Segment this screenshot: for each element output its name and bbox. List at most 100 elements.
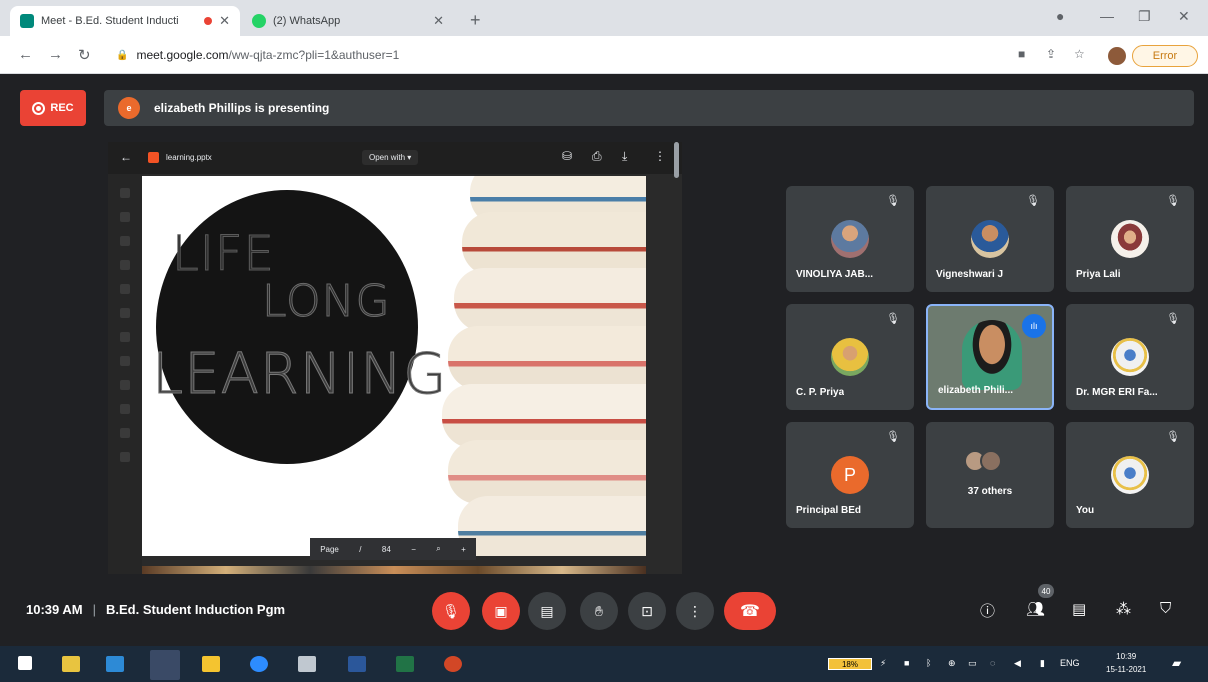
- participant-tile-speaking[interactable]: ılı elizabeth Phili...: [926, 304, 1054, 410]
- avatar: [971, 220, 1009, 258]
- slide-word-1: LIFE: [172, 226, 275, 283]
- avatar: [1111, 456, 1149, 494]
- app-l-icon[interactable]: [106, 656, 124, 672]
- mic-off-icon: 🎙︎: [442, 602, 460, 619]
- pptx-file-icon: [148, 152, 159, 163]
- thumbnail-strip: [142, 566, 646, 574]
- zoom-icon: ⌕: [436, 544, 441, 553]
- participant-tile[interactable]: 🎙︎ C. P. Priya: [786, 304, 914, 410]
- camera-icon[interactable]: ■: [1018, 47, 1025, 61]
- captions-icon: ▤: [540, 602, 554, 619]
- avatar: P: [831, 456, 869, 494]
- viewer-sidebar: [108, 174, 142, 574]
- tab-title: Meet - B.Ed. Student Inducti: [41, 15, 179, 27]
- tray-icon[interactable]: ⊕: [948, 658, 956, 669]
- url-field[interactable]: 🔒 meet.google.com/ww-qjta-zmc?pli=1&auth…: [110, 42, 1010, 68]
- more-vert-icon: ⋮: [654, 149, 666, 163]
- raise-hand-button[interactable]: ✋︎: [580, 592, 618, 630]
- power-icon[interactable]: ⚡: [880, 658, 886, 669]
- mic-toggle-button[interactable]: 🎙︎: [432, 592, 470, 630]
- participant-tile[interactable]: 🎙︎ Dr. MGR ERI Fa...: [1066, 304, 1194, 410]
- share-icon[interactable]: ⇪: [1046, 47, 1056, 61]
- notifications-icon[interactable]: ▰: [1172, 656, 1181, 670]
- leave-call-button[interactable]: ☎︎: [724, 592, 776, 630]
- participant-name: Vigneshwari J: [936, 269, 1004, 280]
- participant-tile[interactable]: 🎙︎ P Principal BEd: [786, 422, 914, 528]
- avatar: [831, 220, 869, 258]
- people-count-badge: 40: [1038, 584, 1054, 598]
- avatar: [1111, 338, 1149, 376]
- excel-icon[interactable]: [396, 656, 414, 672]
- close-tab-icon[interactable]: ✕: [433, 13, 444, 29]
- presentation-screen: ← learning.pptx Open with ▾ ⛁ ⎙ ⤓ ⋮ LIFE…: [108, 142, 682, 574]
- activities-icon[interactable]: ⁂: [1116, 600, 1131, 618]
- network-icon[interactable]: ▭: [968, 658, 977, 669]
- others-avatars: [964, 450, 1002, 472]
- paint-icon[interactable]: [298, 656, 316, 672]
- participant-name: Priya Lali: [1076, 269, 1121, 280]
- participant-tile[interactable]: 🎙︎ Priya Lali: [1066, 186, 1194, 292]
- info-icon[interactable]: ⓘ: [980, 600, 995, 621]
- windows-start-icon[interactable]: [18, 656, 32, 670]
- people-icon[interactable]: 👥︎: [1026, 600, 1045, 618]
- participant-name: Dr. MGR ERI Fa...: [1076, 387, 1158, 398]
- zoom-out-icon: −: [411, 544, 416, 554]
- mic-off-icon: 🎙︎: [1166, 313, 1180, 325]
- camera-toggle-button[interactable]: ▣: [482, 592, 520, 630]
- rec-label: REC: [50, 102, 74, 114]
- system-clock[interactable]: 10:39 15-11-2021: [1106, 650, 1146, 676]
- tab-meet[interactable]: Meet - B.Ed. Student Inducti ✕: [10, 6, 240, 36]
- others-tile[interactable]: 37 others: [926, 422, 1054, 528]
- minimize-icon[interactable]: —: [1100, 8, 1114, 24]
- close-window-icon[interactable]: ✕: [1178, 8, 1190, 25]
- error-button[interactable]: Error: [1132, 45, 1198, 67]
- meeting-info: 10:39 AM | B.Ed. Student Induction Pgm: [26, 602, 286, 617]
- battery-indicator[interactable]: 18%: [828, 658, 872, 670]
- back-icon[interactable]: ←: [18, 46, 33, 63]
- bookmark-star-icon[interactable]: ☆: [1074, 47, 1085, 61]
- camera-off-icon: ▣: [494, 602, 508, 619]
- maximize-icon[interactable]: ❐: [1138, 8, 1151, 25]
- captions-button[interactable]: ▤: [528, 592, 566, 630]
- presenter-avatar: e: [118, 97, 140, 119]
- more-options-button[interactable]: ⋮: [676, 592, 714, 630]
- tab-search-icon[interactable]: ●: [1056, 8, 1064, 24]
- speaking-indicator-icon: ılı: [1022, 314, 1046, 338]
- participant-tile[interactable]: 🎙︎ Vigneshwari J: [926, 186, 1054, 292]
- zoom-app-icon[interactable]: [250, 656, 268, 672]
- sticky-notes-icon[interactable]: [202, 656, 220, 672]
- host-controls-icon[interactable]: ⛉: [1160, 600, 1171, 617]
- powerpoint-icon[interactable]: [444, 656, 462, 672]
- present-screen-icon: ⊡: [641, 602, 653, 619]
- reload-icon[interactable]: ↻: [78, 46, 91, 64]
- add-to-drive-icon: ⛁: [562, 149, 573, 163]
- volume-icon[interactable]: ◀: [1014, 658, 1021, 669]
- open-with-button: Open with ▾: [362, 150, 419, 165]
- language-indicator[interactable]: ENG: [1060, 658, 1080, 668]
- scrollbar: [674, 142, 679, 178]
- present-button[interactable]: ⊡: [628, 592, 666, 630]
- battery-icon[interactable]: ▮: [1040, 658, 1045, 669]
- mic-off-icon: 🎙︎: [886, 313, 900, 325]
- profile-avatar[interactable]: [1108, 47, 1126, 65]
- close-tab-icon[interactable]: ✕: [219, 13, 230, 29]
- wifi-icon[interactable]: ◌: [990, 658, 995, 668]
- self-tile[interactable]: 🎙︎ You: [1066, 422, 1194, 528]
- browser-tab-strip: Meet - B.Ed. Student Inducti ✕ (2) Whats…: [0, 0, 1208, 36]
- tab-whatsapp[interactable]: (2) WhatsApp ✕: [242, 6, 454, 36]
- recording-dot-icon: [204, 17, 213, 25]
- more-vert-icon: ⋮: [688, 602, 702, 619]
- mic-off-icon: 🎙︎: [1166, 195, 1180, 207]
- url-text: meet.google.com/ww-qjta-zmc?pli=1&authus…: [136, 48, 400, 62]
- recording-button[interactable]: REC: [20, 90, 86, 126]
- forward-icon[interactable]: →: [48, 46, 63, 63]
- participant-tile[interactable]: 🎙︎ VINOLIYA JAB...: [786, 186, 914, 292]
- word-icon[interactable]: [348, 656, 366, 672]
- bluetooth-icon[interactable]: ᛒ: [926, 658, 931, 668]
- tray-app-icon[interactable]: ■: [904, 658, 909, 668]
- file-explorer-icon[interactable]: [62, 656, 80, 672]
- chat-icon[interactable]: ▤: [1072, 600, 1086, 618]
- new-tab-icon[interactable]: +: [470, 10, 481, 31]
- chrome-icon[interactable]: [150, 650, 180, 680]
- others-count: 37 others: [967, 486, 1013, 497]
